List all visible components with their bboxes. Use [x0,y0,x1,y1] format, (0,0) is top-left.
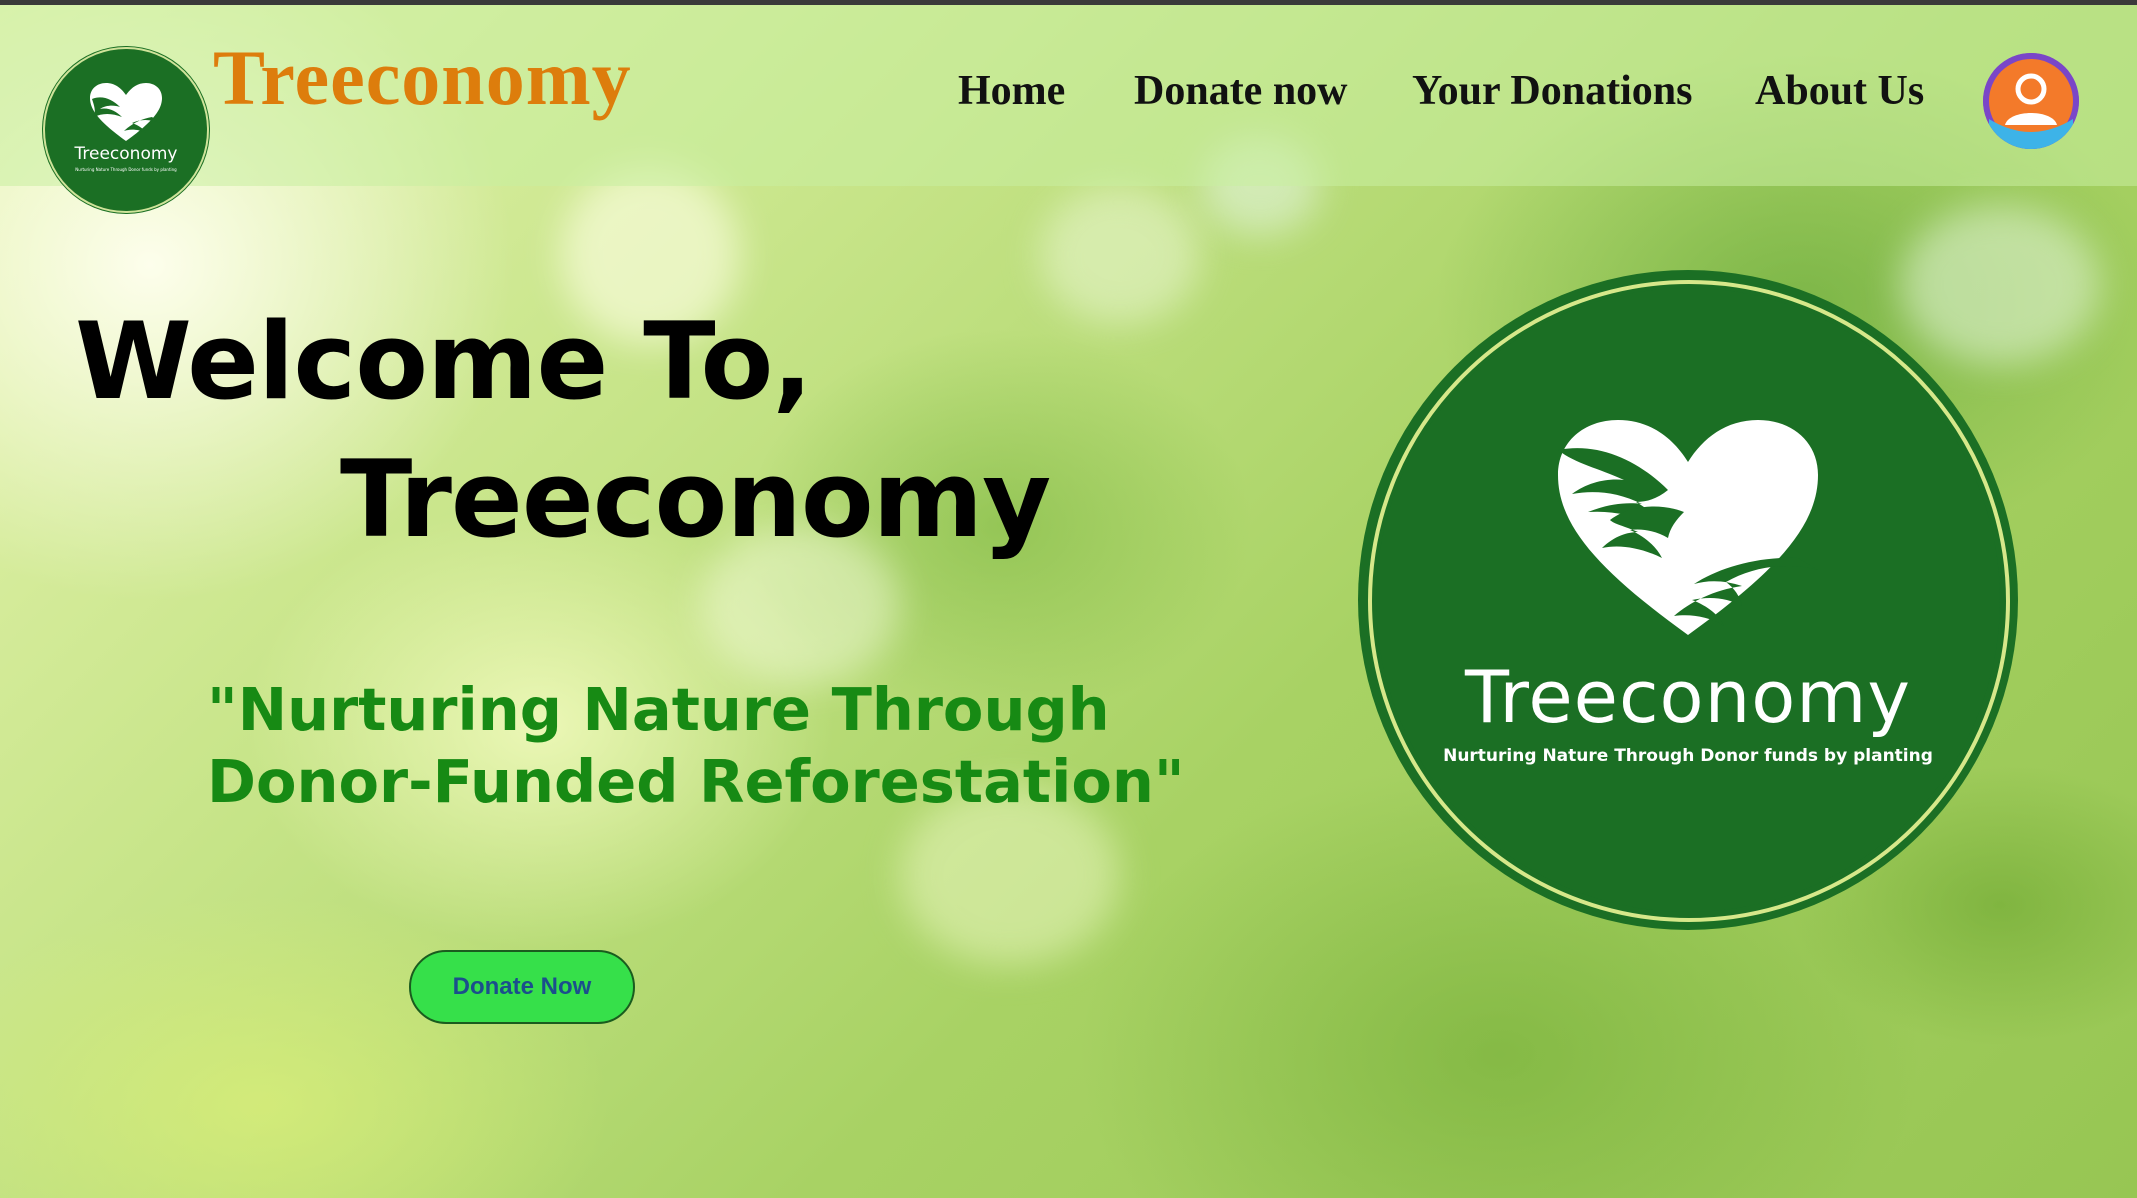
nav-about-us[interactable]: About Us [1755,67,1924,115]
user-profile-icon [1983,53,2079,149]
logo-tagline: Nurturing Nature Through Donor funds by … [75,167,177,172]
heart-hands-icon [1558,420,1818,635]
bokeh-light [1040,185,1200,325]
hero-logo: Treeconomy Nurturing Nature Through Dono… [1358,270,2018,930]
hero-logo-name: Treeconomy [1464,655,1912,739]
hero-tagline: "Nurturing Nature Through Donor-Funded R… [207,675,1185,816]
logo-name: Treeconomy [74,144,178,164]
main-nav: Home Donate now Your Donations About Us [0,67,2137,127]
bokeh-light [1900,205,2100,365]
nav-your-donations[interactable]: Your Donations [1412,67,1692,115]
site-header: Treeconomy Nurturing Nature Through Dono… [0,5,2137,213]
hero-logo-tagline: Nurturing Nature Through Donor funds by … [1443,746,1933,766]
user-profile-button[interactable] [1983,53,2079,149]
welcome-heading-line2: Treeconomy [340,438,1051,561]
nav-home[interactable]: Home [958,67,1065,115]
donate-now-button[interactable]: Donate Now [409,950,635,1024]
nav-donate-now[interactable]: Donate now [1134,67,1348,115]
welcome-heading-line1: Welcome To, [75,300,813,423]
